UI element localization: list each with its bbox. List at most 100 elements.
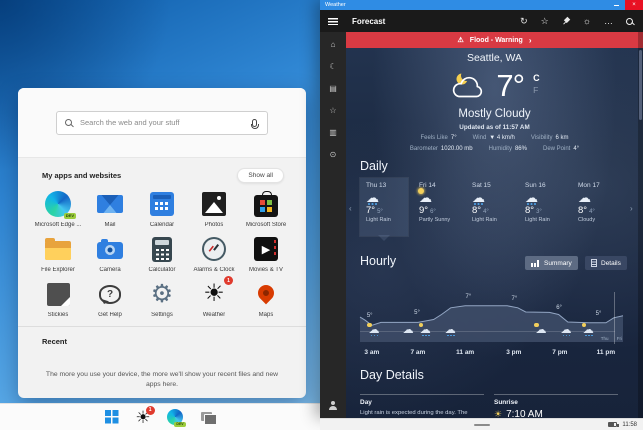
hourly-temp-label: 6° (556, 304, 562, 311)
microphone-icon[interactable] (250, 118, 259, 129)
hourly-temp-label: 5° (595, 310, 602, 317)
taskbar-edge-dev-badge: DEV (174, 421, 186, 427)
more-icon[interactable]: … (604, 16, 613, 26)
status-bar: 11:58 (320, 418, 643, 430)
daily-next-icon[interactable]: › (630, 204, 633, 213)
settings-icon[interactable]: ☼ (583, 16, 591, 26)
day-label: Day (360, 399, 372, 406)
app-tile-mail[interactable]: Mail (84, 189, 136, 228)
app-tile-store[interactable]: Microsoft Store (240, 189, 292, 228)
hourly-axis-tick: 7 pm (552, 349, 568, 356)
show-all-button[interactable]: Show all (237, 168, 284, 183)
movies-tv-icon: ▶ (254, 237, 278, 261)
hourly-axis-tick: 7 am (410, 349, 426, 356)
app-tile-calendar[interactable]: Calendar (136, 189, 188, 228)
taskbar-edge-icon[interactable]: DEV (166, 409, 186, 427)
scrollbar-thumb[interactable] (639, 50, 642, 120)
command-bar: Forecast ↻ ☆ ☼ … (320, 10, 643, 32)
app-tile-camera[interactable]: Camera (84, 234, 136, 273)
current-temperature: 7° (496, 68, 525, 103)
refresh-icon[interactable]: ↻ (520, 16, 528, 26)
list-icon (591, 259, 597, 267)
hourly-details-button[interactable]: Details (585, 256, 627, 270)
sidebar-favorites-icon[interactable]: ☆ (329, 107, 336, 115)
chart-icon (531, 259, 540, 267)
close-button[interactable]: × (625, 0, 643, 10)
taskbar: ☀ 1 DEV (0, 403, 320, 430)
start-button[interactable] (105, 410, 119, 424)
sidebar-news-icon[interactable]: ▥ (329, 129, 337, 137)
app-tile-file-explorer[interactable]: File Explorer (32, 234, 84, 273)
hourly-temp-label: 5° (366, 313, 373, 320)
app-tile-stickies[interactable]: Stickies (32, 279, 84, 318)
flood-warning-banner[interactable]: ⚠ Flood - Warning › (346, 32, 643, 48)
account-icon[interactable] (329, 401, 337, 410)
gesture-handle[interactable] (473, 424, 490, 426)
app-tile-maps[interactable]: Maps (240, 279, 292, 318)
taskbar-weather-icon[interactable]: ☀ 1 (135, 405, 155, 426)
scrollbar[interactable] (638, 32, 643, 418)
celsius-toggle[interactable]: C (533, 73, 540, 83)
daily-card-thu[interactable]: Thu 13 ☁ 7° 5° Light Rain (359, 177, 409, 241)
daily-card-mon[interactable]: Mon 17 ☁ 8° 4° Cloudy (572, 178, 620, 236)
app-tile-movies-tv[interactable]: ▶ Movies & TV (240, 234, 292, 273)
hourly-weather-icon: ☁ (418, 322, 431, 336)
app-tile-alarms-clock[interactable]: Alarms & Clock (188, 234, 240, 273)
file-explorer-icon (45, 238, 71, 260)
hourly-axis-tick: 3 pm (506, 349, 522, 356)
sidebar-home-icon[interactable]: ⌂ (331, 41, 336, 49)
details-row-1: Feels Like 7° Wind ▼ 4 km/h Visibility 6 km (420, 135, 569, 141)
hourly-section-title: Hourly (360, 254, 397, 268)
warning-text: Flood - Warning (469, 36, 523, 44)
daily-prev-icon[interactable]: ‹ (349, 204, 352, 213)
stickies-icon (46, 282, 70, 306)
microsoft-store-icon (254, 190, 278, 217)
taskbar-weather-badge: 1 (145, 405, 155, 415)
app-tile-settings[interactable]: ⚙ Settings (136, 279, 188, 318)
minimize-button[interactable] (607, 0, 625, 10)
details-row-2: Barometer 1020.00 mb Humidity 86% Dew Poin… (409, 146, 580, 152)
sunrise-label: Sunrise (494, 399, 518, 406)
hourly-temp-label: 7° (511, 295, 518, 302)
daily-section-title: Daily (360, 159, 388, 173)
daily-card-sun[interactable]: Sun 16 ☁ 8° 3° Light Rain (519, 178, 567, 236)
favorite-star-icon[interactable]: ☆ (541, 16, 549, 26)
sidebar-maps-icon[interactable]: ▤ (329, 85, 337, 93)
app-tile-weather[interactable]: ☀ 1 Weather (188, 276, 240, 318)
daily-weather-icon: ☁ (578, 190, 591, 205)
task-view-icon[interactable] (200, 411, 217, 425)
window-title: Weather (325, 2, 346, 8)
app-tile-edge[interactable]: DEV Microsoft Edge ... (32, 189, 84, 228)
hourly-summary-button[interactable]: Summary (525, 256, 578, 270)
hourly-axis-tick: 3 am (364, 349, 380, 356)
search-icon[interactable] (626, 17, 633, 25)
sidebar-moon-icon[interactable]: ☾ (329, 63, 336, 71)
mail-icon (97, 195, 123, 213)
day-divider-label-right: Fri (616, 336, 623, 341)
day-divider-line (613, 292, 615, 344)
day-description: Light rain is expected during the day. T… (360, 410, 468, 416)
search-bar[interactable] (56, 110, 268, 135)
pin-icon[interactable] (560, 15, 571, 26)
sidebar-settings-icon[interactable]: ⊙ (330, 151, 337, 159)
hourly-weather-icon: ☁ (581, 322, 594, 336)
window-titlebar[interactable]: Weather × (320, 0, 643, 10)
settings-gear-icon: ⚙ (150, 279, 174, 308)
apps-grid: DEV Microsoft Edge ... Mail Calendar Pho… (18, 185, 306, 318)
hourly-temperature-chart[interactable]: 5° 5° 7° 7° 6° 5° ☁ ☁ ☁ ☁ ☁ ☁ ☁ 3 am 7 am 11 am 3 pm 7 pm… (359, 282, 625, 362)
daily-weather-icon: ☁ (525, 190, 538, 205)
daily-card-fri[interactable]: Fri 14 ☁ 9° 6° Partly Sunny (413, 178, 461, 236)
app-tile-photos[interactable]: Photos (188, 189, 240, 228)
hourly-weather-icon: ☁ (402, 324, 414, 336)
location-title: Seattle, WA (466, 52, 523, 64)
hourly-temp-label: 7° (465, 293, 472, 300)
fahrenheit-toggle[interactable]: F (533, 85, 540, 95)
condition-text: Mostly Cloudy (458, 108, 531, 120)
alarms-clock-icon (202, 237, 226, 261)
daily-card-sat[interactable]: Sat 15 ☁ 8° 4° Light Rain (466, 178, 514, 236)
search-input[interactable] (78, 117, 246, 128)
weather-content: ⚠ Flood - Warning › Seattle, WA 7° C F M… (346, 32, 643, 418)
menu-hamburger-icon[interactable] (328, 17, 338, 25)
app-tile-get-help[interactable]: ? Get Help (84, 279, 136, 318)
app-tile-calculator[interactable]: Calculator (136, 234, 188, 273)
